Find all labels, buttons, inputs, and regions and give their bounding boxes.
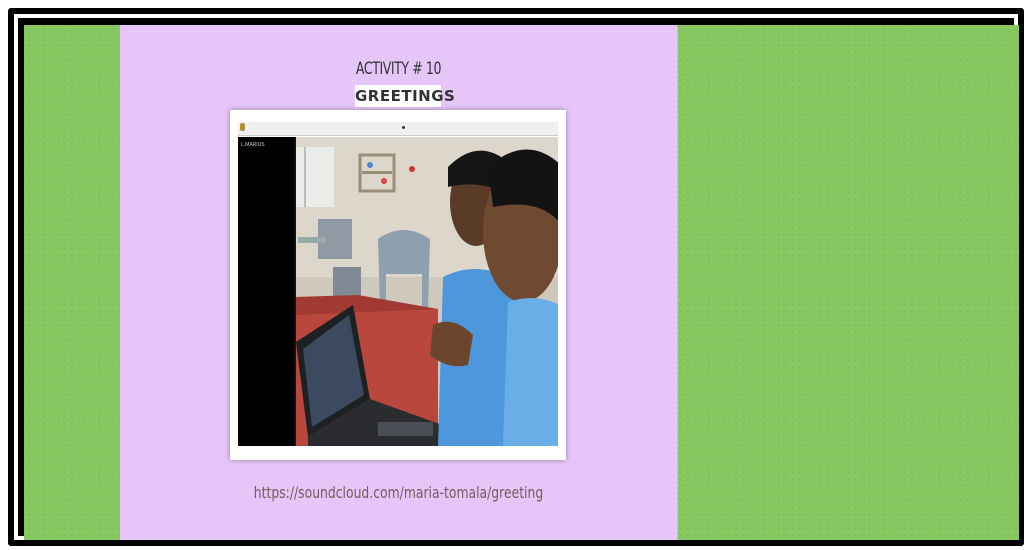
soundcloud-link[interactable]: https://soundcloud.com/maria-tomala/gree… xyxy=(159,483,638,502)
video-scene-image xyxy=(238,137,558,446)
app-icon xyxy=(240,123,245,131)
activity-subtitle: GREETINGS xyxy=(355,85,456,107)
activity-panel: ACTIVITY # 10 GREETINGS L.MARIUS https:/… xyxy=(120,25,678,540)
activity-title: ACTIVITY # 10 xyxy=(355,59,442,79)
slide-canvas: ACTIVITY # 10 GREETINGS L.MARIUS https:/… xyxy=(24,25,1019,540)
video-frame[interactable]: L.MARIUS xyxy=(238,137,558,446)
video-screenshot-card: L.MARIUS xyxy=(230,110,566,460)
dot-icon xyxy=(402,126,405,129)
camera-label: L.MARIUS xyxy=(241,142,265,148)
video-toolbar xyxy=(238,122,558,136)
